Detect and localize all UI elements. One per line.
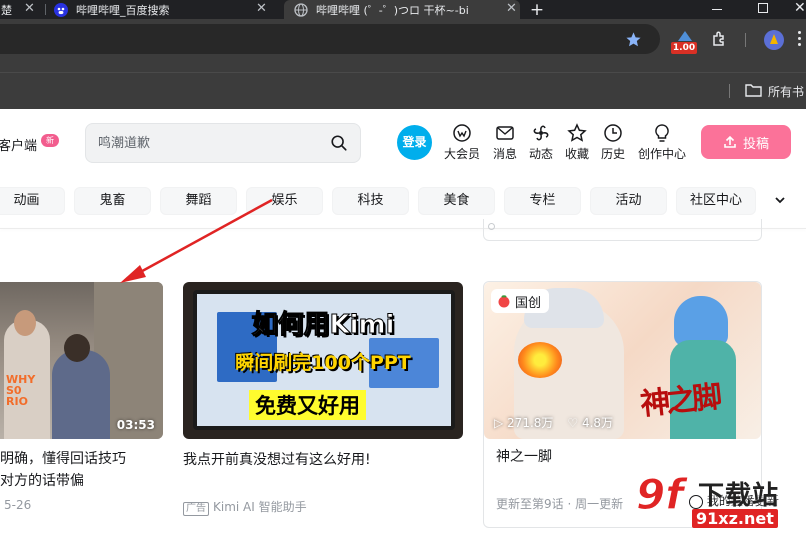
browser-toolbar: 1.00 [0, 19, 806, 72]
globe-icon [294, 2, 308, 17]
extensions-puzzle-icon[interactable] [711, 30, 729, 48]
bilibili-page: 客户端 新 登录 大会员 消息 动态 收藏 历史 创作中心 投稿 动画 鬼畜 舞… [0, 109, 806, 535]
tab-strip: 楚 ✕ 哔哩哔哩_百度搜索 ✕ 哔哩哔哩 (゜-゜)つロ 干杯~-bi ✕ + … [0, 0, 806, 19]
baidu-icon [54, 2, 68, 17]
toolbar-divider [745, 33, 746, 47]
browser-tab-partial[interactable]: 楚 ✕ [0, 0, 44, 19]
tab-close-icon[interactable]: ✕ [506, 1, 517, 16]
new-tab-button[interactable]: + [528, 0, 546, 19]
bookmarks-bar: 所有书 [0, 72, 806, 109]
tab-close-icon[interactable]: ✕ [256, 1, 267, 16]
tab-title: 哔哩哔哩 (゜-゜)つロ 干杯~-bi [316, 3, 469, 17]
browser-tab-baidu[interactable]: 哔哩哔哩_百度搜索 ✕ [50, 0, 280, 19]
minimize-icon[interactable] [712, 9, 722, 10]
window-close-icon[interactable]: ✕ [794, 0, 806, 16]
address-bar[interactable] [0, 24, 660, 54]
browser-tab-bilibili[interactable]: 哔哩哔哩 (゜-゜)つロ 干杯~-bi ✕ [284, 0, 520, 19]
extension-arrow-icon [678, 31, 692, 41]
annotation-arrow [120, 198, 273, 283]
extension-ddl-icon[interactable]: 1.00 [671, 42, 697, 54]
site-watermark: 9f 下载站 91xz.net [636, 470, 806, 535]
chrome-menu-icon[interactable] [798, 31, 801, 49]
watermark-brand: 下载站 [698, 481, 780, 511]
watermark-logo: 9f [636, 470, 684, 519]
maximize-icon[interactable] [758, 3, 768, 13]
tab-close-icon[interactable]: ✕ [24, 1, 35, 16]
all-bookmarks-folder[interactable]: 所有书 [768, 83, 804, 100]
tab-title: 楚 [1, 3, 12, 17]
tab-title: 哔哩哔哩_百度搜索 [76, 3, 170, 17]
profile-avatar[interactable] [764, 30, 784, 50]
bookmark-star-icon[interactable] [625, 31, 642, 48]
watermark-site: 91xz.net [692, 509, 778, 528]
bookmarks-divider [729, 84, 730, 98]
folder-icon [745, 84, 762, 97]
